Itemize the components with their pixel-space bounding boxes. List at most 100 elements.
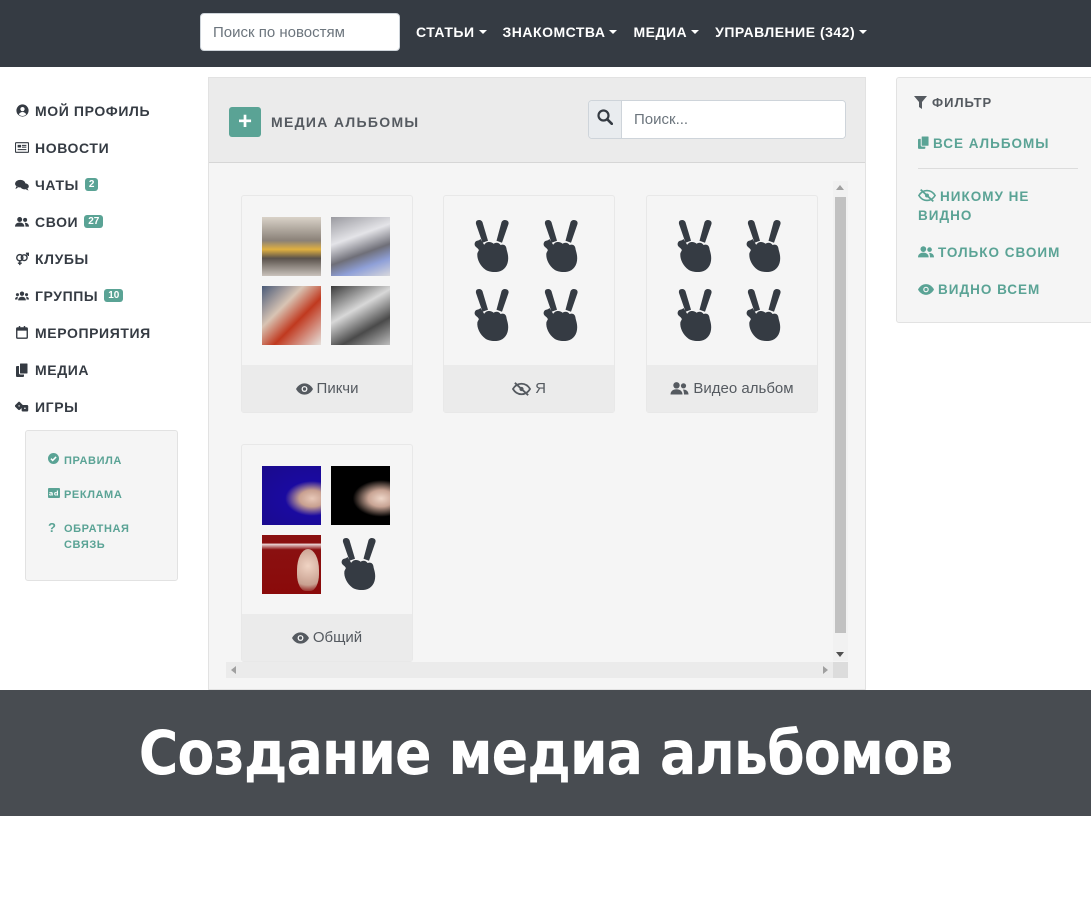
news-search-input[interactable] bbox=[200, 13, 400, 51]
eye-slash-icon bbox=[918, 189, 936, 202]
caret-down-icon bbox=[691, 30, 700, 34]
caret-down-icon bbox=[859, 30, 868, 34]
sidebar-item-profile[interactable]: МОЙ ПРОФИЛЬ bbox=[15, 92, 185, 129]
top-navbar: СТАТЬИ ЗНАКОМСТВА МЕДИА УПРАВЛЕНИЕ (342) bbox=[0, 0, 1091, 67]
scroll-right-arrow[interactable] bbox=[823, 666, 828, 674]
sidebar-item-events[interactable]: МЕРОПРИЯТИЯ bbox=[15, 314, 185, 351]
sidebar-item-clubs[interactable]: КЛУБЫ bbox=[15, 240, 185, 277]
user-friends-icon bbox=[15, 215, 29, 229]
peace-hand-icon[interactable] bbox=[533, 286, 592, 345]
copy-icon bbox=[918, 136, 929, 149]
photo-thumbnail[interactable] bbox=[331, 466, 390, 525]
peace-hand-icon[interactable] bbox=[331, 535, 390, 594]
album-search bbox=[588, 100, 846, 139]
photo-thumbnail[interactable] bbox=[262, 466, 321, 525]
sidebar-item-label: СВОИ bbox=[35, 213, 79, 230]
caption-banner: Создание медиа альбомов bbox=[0, 690, 1091, 816]
vertical-scrollbar[interactable] bbox=[833, 181, 848, 661]
sidebar-item-label: ГРУППЫ bbox=[35, 287, 99, 304]
sidebar-item-chats[interactable]: ЧАТЫ 2 bbox=[15, 166, 185, 203]
left-sidebar: МОЙ ПРОФИЛЬ НОВОСТИ ЧАТЫ 2 СВОИ 27 КЛУБЫ… bbox=[15, 92, 185, 425]
album-thumbnails bbox=[667, 217, 797, 347]
peace-hand-icon[interactable] bbox=[533, 217, 592, 276]
album-thumbnails bbox=[464, 217, 594, 347]
scroll-left-arrow[interactable] bbox=[231, 666, 236, 674]
album-footer: Общий bbox=[242, 614, 412, 661]
panel-header: + МЕДИА АЛЬБОМЫ bbox=[209, 78, 865, 163]
eye-icon bbox=[295, 382, 313, 395]
filter-title: ФИЛЬТР bbox=[914, 95, 992, 110]
link-rules[interactable]: ПРАВИЛА bbox=[48, 453, 177, 469]
photo-thumbnail[interactable] bbox=[262, 217, 321, 276]
link-feedback[interactable]: ? ОБРАТНАЯ СВЯЗЬ bbox=[48, 521, 177, 553]
menu-articles[interactable]: СТАТЬИ bbox=[416, 24, 487, 40]
user-circle-icon bbox=[15, 104, 29, 118]
sidebar-item-label: МЕДИА bbox=[35, 361, 90, 378]
album-name: Пикчи bbox=[316, 380, 359, 397]
main-menu: СТАТЬИ ЗНАКОМСТВА МЕДИА УПРАВЛЕНИЕ (342) bbox=[416, 24, 868, 40]
photo-thumbnail[interactable] bbox=[262, 286, 321, 345]
album-card[interactable]: Видео альбом bbox=[646, 195, 818, 413]
eye-slash-icon bbox=[512, 381, 532, 396]
filter-friends-only[interactable]: ТОЛЬКО СВОИМ bbox=[918, 243, 1060, 262]
filter-all-albums[interactable]: ВСЕ АЛЬБОМЫ bbox=[918, 134, 1050, 153]
photo-thumbnail[interactable] bbox=[331, 217, 390, 276]
panel-title: МЕДИА АЛЬБОМЫ bbox=[271, 114, 420, 130]
peace-hand-icon[interactable] bbox=[667, 217, 726, 276]
peace-hand-icon[interactable] bbox=[667, 286, 726, 345]
albums-grid: Пикчи Я Видео альбом Общий bbox=[209, 164, 831, 664]
user-friends-icon bbox=[670, 382, 689, 395]
filter-nobody[interactable]: НИКОМУ НЕ ВИДНО bbox=[918, 187, 1068, 225]
filter-divider bbox=[918, 168, 1078, 169]
sidebar-item-games[interactable]: ИГРЫ bbox=[15, 388, 185, 425]
sidebar-item-media[interactable]: МЕДИА bbox=[15, 351, 185, 388]
sidebar-item-news[interactable]: НОВОСТИ bbox=[15, 129, 185, 166]
album-card[interactable]: Пикчи bbox=[241, 195, 413, 413]
info-links-box: ПРАВИЛА ad РЕКЛАМА ? ОБРАТНАЯ СВЯЗЬ bbox=[25, 430, 178, 581]
ad-icon: ad bbox=[48, 487, 60, 503]
peace-hand-icon[interactable] bbox=[464, 217, 523, 276]
count-badge: 27 bbox=[84, 215, 104, 228]
user-friends-icon bbox=[918, 246, 934, 258]
scroll-up-arrow[interactable] bbox=[836, 185, 844, 190]
album-name: Я bbox=[535, 380, 546, 397]
filter-icon bbox=[914, 96, 927, 109]
album-footer: Видео альбом bbox=[647, 365, 817, 412]
venus-mars-icon bbox=[15, 252, 29, 266]
dice-icon bbox=[15, 400, 29, 414]
menu-media[interactable]: МЕДИА bbox=[633, 24, 700, 40]
photo-thumbnail[interactable] bbox=[331, 286, 390, 345]
add-album-button[interactable]: + bbox=[229, 107, 261, 137]
sidebar-item-friends[interactable]: СВОИ 27 bbox=[15, 203, 185, 240]
album-name: Общий bbox=[312, 629, 363, 646]
menu-management[interactable]: УПРАВЛЕНИЕ (342) bbox=[715, 24, 868, 40]
album-search-input[interactable] bbox=[622, 101, 845, 138]
peace-hand-icon[interactable] bbox=[736, 286, 795, 345]
newspaper-icon bbox=[15, 141, 29, 155]
users-icon bbox=[15, 289, 29, 303]
media-albums-panel: + МЕДИА АЛЬБОМЫ Пикчи bbox=[208, 77, 866, 690]
horizontal-scrollbar[interactable] bbox=[226, 662, 833, 678]
sidebar-item-groups[interactable]: ГРУППЫ 10 bbox=[15, 277, 185, 314]
sidebar-item-label: МЕРОПРИЯТИЯ bbox=[35, 324, 151, 341]
scrollbar-thumb[interactable] bbox=[835, 197, 846, 633]
album-card[interactable]: Общий bbox=[241, 444, 413, 662]
sidebar-item-label: ИГРЫ bbox=[35, 398, 79, 415]
link-advertising[interactable]: ad РЕКЛАМА bbox=[48, 487, 177, 503]
sidebar-item-label: НОВОСТИ bbox=[35, 139, 110, 156]
eye-icon bbox=[918, 284, 934, 295]
album-name: Видео альбом bbox=[693, 380, 794, 397]
album-thumbnails bbox=[262, 217, 392, 347]
album-thumbnails bbox=[262, 466, 392, 596]
photo-thumbnail[interactable] bbox=[262, 535, 321, 594]
peace-hand-icon[interactable] bbox=[464, 286, 523, 345]
search-icon bbox=[597, 109, 614, 130]
album-card[interactable]: Я bbox=[443, 195, 615, 413]
filter-everyone[interactable]: ВИДНО ВСЕМ bbox=[918, 280, 1040, 299]
search-button[interactable] bbox=[589, 101, 622, 138]
count-badge: 2 bbox=[84, 178, 99, 191]
scroll-down-arrow[interactable] bbox=[836, 652, 844, 657]
menu-dating[interactable]: ЗНАКОМСТВА bbox=[503, 24, 618, 40]
peace-hand-icon[interactable] bbox=[736, 217, 795, 276]
calendar-icon bbox=[15, 326, 29, 340]
